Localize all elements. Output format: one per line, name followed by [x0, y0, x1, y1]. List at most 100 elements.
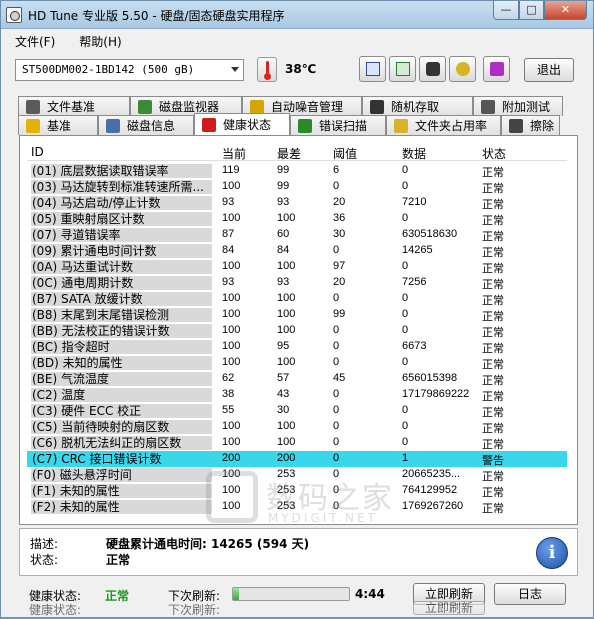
header-current[interactable]: 当前 [222, 145, 246, 162]
header-data[interactable]: 数据 [402, 145, 426, 162]
current-value: 100 [222, 292, 241, 304]
threshold-value: 0 [333, 404, 340, 416]
attribute-name: (C3) 硬件 ECC 校正 [31, 404, 212, 418]
raw-data-value: 1769267260 [402, 500, 464, 512]
close-button[interactable]: ✕ [544, 1, 587, 20]
header-threshold[interactable]: 阈值 [333, 145, 357, 162]
table-row[interactable]: (C2) 温度 38 43 0 17179869222 正常 [27, 387, 567, 403]
table-row[interactable]: (C7) CRC 接口错误计数 200 200 0 1 警告 [27, 451, 567, 467]
table-row[interactable]: (0C) 通电周期计数 93 93 20 7256 正常 [27, 275, 567, 291]
attribute-name: (05) 重映射扇区计数 [31, 212, 212, 226]
table-row[interactable]: (F2) 未知的属性 100 253 0 1769267260 正常 [27, 499, 567, 515]
current-value: 100 [222, 212, 241, 224]
menu-help[interactable]: 帮助(H) [65, 30, 131, 50]
attribute-name: (07) 寻道错误率 [31, 228, 212, 242]
table-row[interactable]: (04) 马达启动/停止计数 93 93 20 7210 正常 [27, 195, 567, 211]
threshold-value: 0 [333, 468, 340, 480]
threshold-value: 99 [333, 308, 346, 320]
threshold-value: 36 [333, 212, 346, 224]
attribute-name: (0C) 通电周期计数 [31, 276, 212, 290]
table-row[interactable]: (0A) 马达重试计数 100 100 97 0 正常 [27, 259, 567, 275]
table-row[interactable]: (C3) 硬件 ECC 校正 55 30 0 0 正常 [27, 403, 567, 419]
table-row[interactable]: (B7) SATA 放缓计数 100 100 0 0 正常 [27, 291, 567, 307]
maximize-button[interactable]: □ [519, 1, 544, 20]
copy-all-button[interactable] [389, 56, 416, 82]
worst-value: 100 [277, 308, 296, 320]
raw-data-value: 0 [402, 420, 409, 432]
threshold-value: 97 [333, 260, 346, 272]
header-worst[interactable]: 最差 [277, 145, 301, 162]
menu-file[interactable]: 文件(F) [1, 30, 65, 50]
table-row[interactable]: (07) 寻道错误率 87 60 30 630518630 正常 [27, 227, 567, 243]
status-value: 正常 [482, 278, 504, 291]
worst-value: 93 [277, 196, 290, 208]
options-button[interactable] [449, 56, 476, 82]
worst-value: 200 [277, 452, 296, 464]
threshold-value: 0 [333, 292, 340, 304]
threshold-value: 20 [333, 196, 346, 208]
raw-data-value: 6673 [402, 340, 427, 352]
table-row[interactable]: (03) 马达旋转到标准转速所需... 100 99 0 0 正常 [27, 179, 567, 195]
threshold-value: 0 [333, 484, 340, 496]
table-row[interactable]: (B8) 末尾到末尾错误检测 100 100 99 0 正常 [27, 307, 567, 323]
table-row[interactable]: (F0) 磁头悬浮时间 100 253 0 20665235... 正常 [27, 467, 567, 483]
extra-tests-icon [481, 99, 495, 114]
tab-random-access[interactable]: 随机存取 [362, 96, 473, 116]
raw-data-value: 0 [402, 324, 409, 336]
worst-value: 100 [277, 436, 296, 448]
drive-select[interactable]: ST500DM002-1BD142 (500 gB) [15, 59, 244, 81]
current-value: 93 [222, 196, 235, 208]
raw-data-value: 0 [402, 164, 409, 176]
table-row[interactable]: (BC) 指令超时 100 95 0 6673 正常 [27, 339, 567, 355]
threshold-value: 0 [333, 388, 340, 400]
table-row[interactable]: (BB) 无法校正的错误计数 100 100 0 0 正常 [27, 323, 567, 339]
status-label: 状态: [30, 553, 59, 567]
status-value: 警告 [482, 454, 504, 467]
worst-value: 100 [277, 292, 296, 304]
screenshot-button[interactable] [419, 56, 446, 82]
tab-error-scan[interactable]: 错误扫描 [290, 115, 386, 135]
table-row[interactable]: (BE) 气流温度 62 57 45 656015398 正常 [27, 371, 567, 387]
tab-erase[interactable]: 擦除 [501, 115, 560, 135]
current-value: 100 [222, 420, 241, 432]
tab-benchmark[interactable]: 基准 [18, 115, 98, 135]
table-row[interactable]: (BD) 未知的属性 100 100 0 0 正常 [27, 355, 567, 371]
table-row[interactable]: (05) 重映射扇区计数 100 100 36 0 正常 [27, 211, 567, 227]
status-value: 正常 [482, 294, 504, 307]
title-bar[interactable]: HD Tune 专业版 5.50 - 硬盘/固态硬盘实用程序 — □ ✕ [1, 1, 593, 29]
current-value: 100 [222, 324, 241, 336]
options-key-icon [456, 62, 470, 76]
worst-value: 253 [277, 468, 296, 480]
worst-value: 253 [277, 484, 296, 496]
info-icon[interactable]: i [536, 537, 568, 569]
worst-value: 99 [277, 164, 290, 176]
hd-tune-app-icon [6, 7, 22, 23]
table-row[interactable]: (C5) 当前待映射的扇区数 100 100 0 0 正常 [27, 419, 567, 435]
attribute-name: (F1) 未知的属性 [31, 484, 212, 498]
tab-extra-tests[interactable]: 附加测试 [473, 96, 563, 116]
minimize-button[interactable]: — [493, 1, 519, 20]
header-status[interactable]: 状态 [482, 145, 506, 162]
table-row[interactable]: (09) 累计通电时间计数 84 84 0 14265 正常 [27, 243, 567, 259]
save-button[interactable] [483, 56, 510, 82]
table-row[interactable]: (F1) 未知的属性 100 253 0 764129952 正常 [27, 483, 567, 499]
header-id[interactable]: ID [31, 145, 44, 159]
detail-box: 描述: 硬盘累计通电时间: 14265 (594 天) 状态: 正常 i [19, 528, 578, 576]
raw-data-value: 7210 [402, 196, 427, 208]
tab-health[interactable]: 健康状态 [194, 113, 290, 135]
description-value: 硬盘累计通电时间: 14265 (594 天) [106, 537, 310, 551]
threshold-value: 0 [333, 452, 340, 464]
tab-disk-info[interactable]: 磁盘信息 [98, 115, 194, 135]
tab-file-benchmark[interactable]: 文件基准 [18, 96, 130, 116]
raw-data-value: 14265 [402, 244, 433, 256]
copy-info-button[interactable] [359, 56, 386, 82]
exit-button[interactable]: 退出 [524, 58, 574, 82]
worst-value: 100 [277, 420, 296, 432]
tab-folder-usage[interactable]: 文件夹占用率 [386, 115, 501, 135]
raw-data-value: 0 [402, 180, 409, 192]
status-value: 正常 [482, 198, 504, 211]
table-row[interactable]: (01) 底层数据读取错误率 119 99 6 0 正常 [27, 163, 567, 179]
table-row[interactable]: (C6) 脱机无法纠正的扇区数 100 100 0 0 正常 [27, 435, 567, 451]
caption-buttons: — □ ✕ [493, 1, 587, 21]
attribute-name: (01) 底层数据读取错误率 [31, 164, 212, 178]
